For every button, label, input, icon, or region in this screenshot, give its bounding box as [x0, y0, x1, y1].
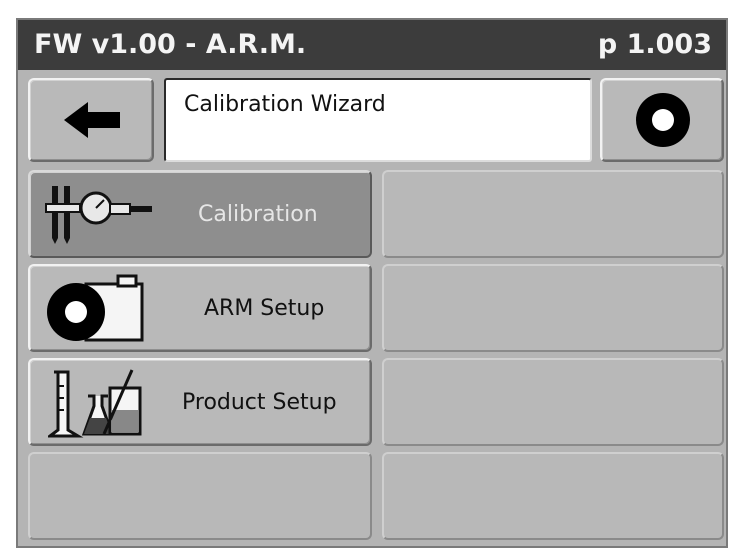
caliper-gauge-icon — [45, 186, 152, 244]
page-number: p 1.003 — [597, 29, 712, 60]
calibration-button[interactable]: Calibration — [28, 170, 372, 258]
ring-icon — [636, 93, 690, 147]
empty-slot-5 — [382, 452, 724, 540]
empty-slot-1 — [382, 170, 724, 258]
arm-setup-button[interactable]: ARM Setup — [28, 264, 372, 352]
terminal-screen: FW v1.00 - A.R.M. p 1.003 Calibration Wi… — [16, 18, 728, 548]
tank-icon — [47, 274, 144, 342]
product-setup-label: Product Setup — [182, 390, 337, 415]
wizard-title: Calibration Wizard — [184, 92, 386, 117]
calibration-label: Calibration — [198, 202, 318, 227]
ring-button[interactable] — [600, 78, 724, 162]
back-button[interactable] — [28, 78, 154, 162]
wizard-title-box: Calibration Wizard — [164, 78, 592, 162]
arm-setup-label: ARM Setup — [204, 296, 325, 321]
empty-slot-2 — [382, 264, 724, 352]
lab-glassware-icon — [48, 369, 142, 438]
empty-slot-3 — [382, 358, 724, 446]
title-bar: FW v1.00 - A.R.M. p 1.003 — [18, 20, 726, 70]
firmware-title: FW v1.00 - A.R.M. — [34, 29, 307, 60]
left-arrow-icon — [64, 102, 120, 138]
empty-slot-4 — [28, 452, 372, 540]
product-setup-button[interactable]: Product Setup — [28, 358, 372, 446]
